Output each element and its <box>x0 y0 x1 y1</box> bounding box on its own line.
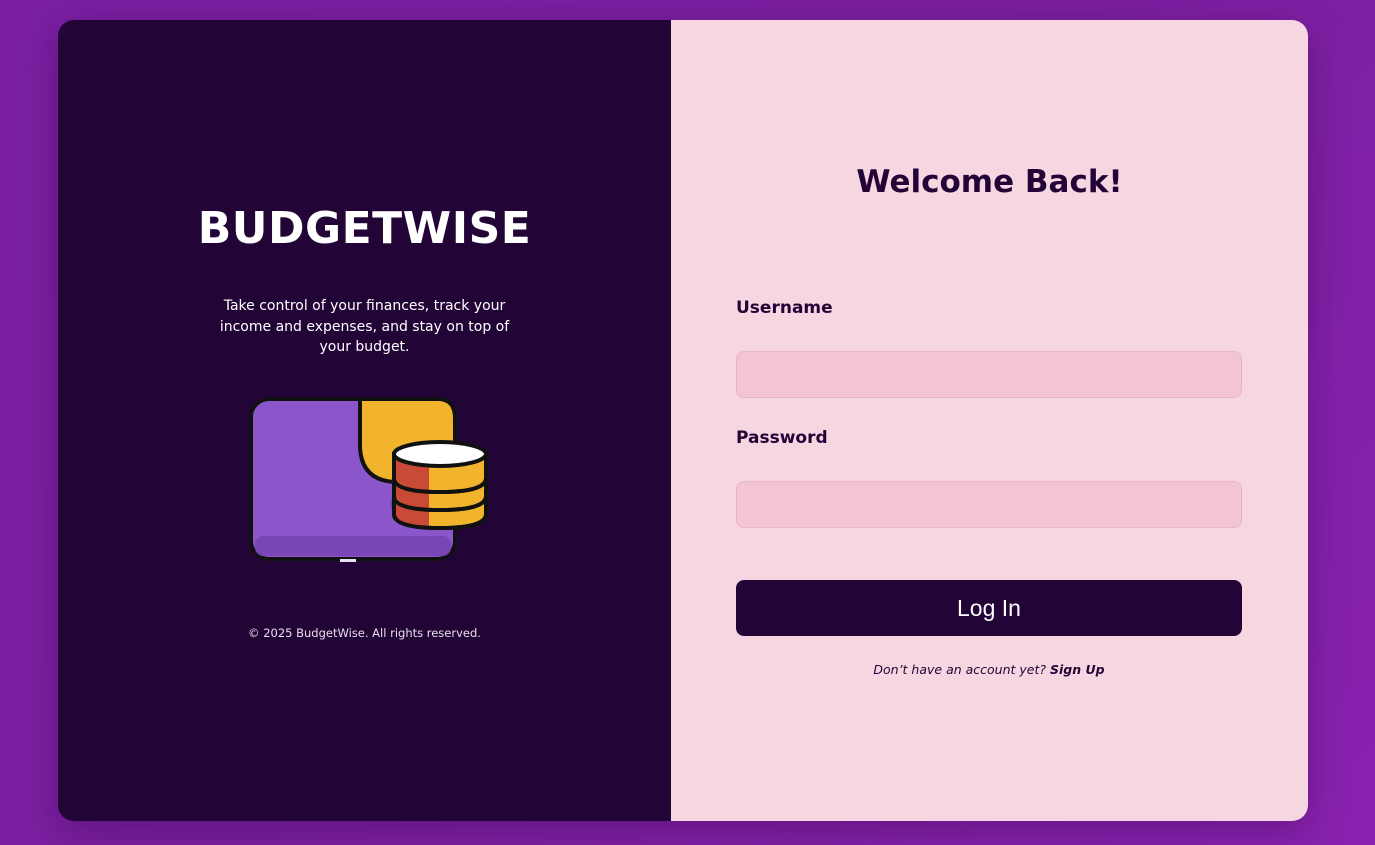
login-card: BUDGETWISE Take control of your finances… <box>58 20 1308 821</box>
brand-panel: BUDGETWISE Take control of your finances… <box>58 20 671 821</box>
brand-title: BUDGETWISE <box>197 203 532 254</box>
signup-link[interactable]: Sign Up <box>1050 662 1105 677</box>
login-button[interactable]: Log In <box>736 580 1242 636</box>
copyright-text: © 2025 BudgetWise. All rights reserved. <box>248 626 481 640</box>
username-input[interactable] <box>736 351 1242 398</box>
signup-prompt-text: Don’t have an account yet? <box>873 662 1047 677</box>
brand-tagline: Take control of your finances, track you… <box>219 298 510 355</box>
password-input[interactable] <box>736 481 1242 528</box>
password-label: Password <box>736 428 828 448</box>
username-label: Username <box>736 298 833 318</box>
wallet-coins-icon <box>249 397 488 562</box>
signup-prompt: Don’t have an account yet? Sign Up <box>672 662 1306 677</box>
login-panel: Welcome Back! <box>671 20 1308 821</box>
page-title: Welcome Back! <box>856 164 1123 200</box>
